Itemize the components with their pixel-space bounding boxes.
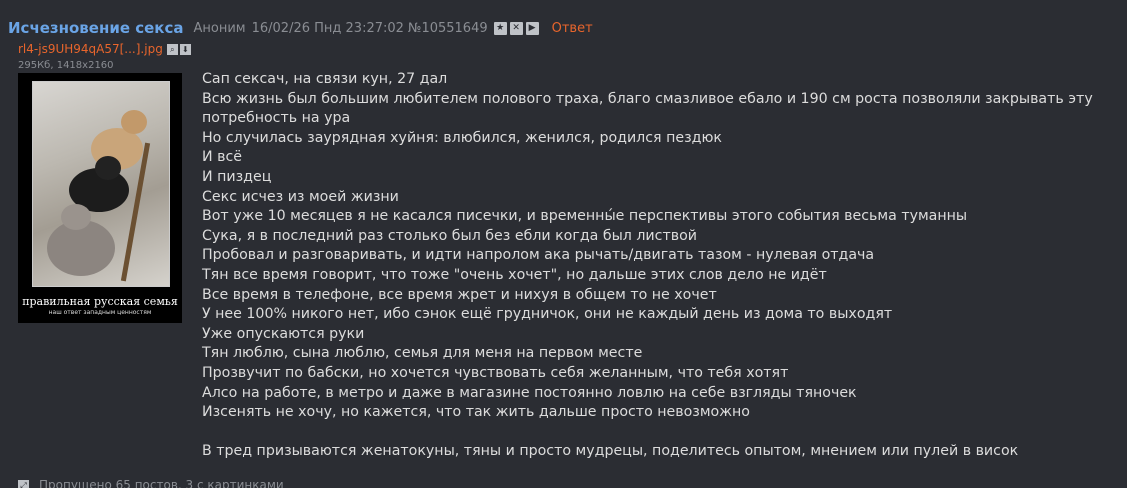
- message-line: Тян все время говорит, что тоже "очень х…: [202, 266, 827, 283]
- play-icon[interactable]: ▶: [525, 21, 539, 35]
- post-author: Аноним: [193, 20, 246, 36]
- message-line: Уже опускаются руки: [202, 325, 365, 342]
- message-line: У нее 100% никого нет, ибо сэнок ещё гру…: [202, 306, 893, 323]
- hide-icon[interactable]: ✕: [509, 21, 523, 35]
- message-line: Алсо на работе, в метро и даже в магазин…: [202, 384, 857, 401]
- message-line: Все время в телефоне, все время жрет и н…: [202, 286, 717, 303]
- post-header: Исчезновение секса Аноним 16/02/26 Пнд 2…: [8, 18, 593, 38]
- black-cat-head-shape: [95, 156, 121, 180]
- message-line: В тред призываются женатокуны, тяны и пр…: [202, 443, 1019, 460]
- thread-container: Исчезновение секса Аноним 16/02/26 Пнд 2…: [0, 0, 1127, 488]
- ginger-cat-head-shape: [121, 110, 147, 134]
- message-line: Секс исчез из моей жизни: [202, 188, 399, 205]
- message-line: Сап сексач, на связи кун, 27 дал: [202, 71, 448, 87]
- image-subcaption: наш ответ западным ценностям: [48, 309, 152, 316]
- post-subject: Исчезновение секса: [8, 19, 184, 37]
- message-line: И пиздец: [202, 168, 272, 185]
- message-line: Вот уже 10 месяцев я не касался писечки,…: [202, 208, 968, 225]
- download-icon[interactable]: ⬇: [179, 43, 191, 55]
- search-icon[interactable]: ⌕: [166, 43, 178, 55]
- omitted-posts-bar[interactable]: ⤢ Пропущено 65 постов, 3 с картинками: [18, 478, 284, 488]
- message-line: Сука, я в последний раз столько был без …: [202, 227, 697, 244]
- reply-link[interactable]: Ответ: [552, 21, 593, 36]
- message-line: Но случилась заурядная хуйня: влюбился, …: [202, 129, 722, 146]
- expand-icon[interactable]: ⤢: [18, 479, 29, 488]
- message-line: Тян люблю, сына люблю, семья для меня на…: [202, 345, 643, 362]
- post-number-link[interactable]: №10551649: [408, 21, 488, 36]
- image-caption: правильная русская семья: [22, 295, 178, 308]
- file-info: rl4-js9UH94qA57[...].jpg ⌕ ⬇: [18, 42, 193, 56]
- message-line: И всё: [202, 149, 243, 166]
- post-image-thumbnail[interactable]: правильная русская семья наш ответ запад…: [18, 73, 182, 323]
- message-line: Пробовал и разговаривать, и идти напроло…: [202, 247, 875, 264]
- post-message: Сап сексач, на связи кун, 27 дал Всю жиз…: [202, 70, 1122, 462]
- file-meta: 295Кб, 1418x2160: [18, 60, 114, 71]
- message-line: Изсенять не хочу, но кажется, что так жи…: [202, 404, 750, 421]
- cats-photo: [32, 81, 170, 287]
- star-icon[interactable]: ★: [493, 21, 507, 35]
- grey-cat-head-shape: [61, 204, 91, 230]
- message-line: Всю жизнь был большим любителем полового…: [202, 90, 1093, 127]
- file-name-link[interactable]: rl4-js9UH94qA57[...].jpg: [18, 42, 163, 56]
- omitted-posts-text[interactable]: Пропущено 65 постов, 3 с картинками: [39, 478, 284, 488]
- message-line: Прозвучит по бабски, но хочется чувствов…: [202, 364, 789, 381]
- post-date: 16/02/26 Пнд 23:27:02: [251, 20, 404, 36]
